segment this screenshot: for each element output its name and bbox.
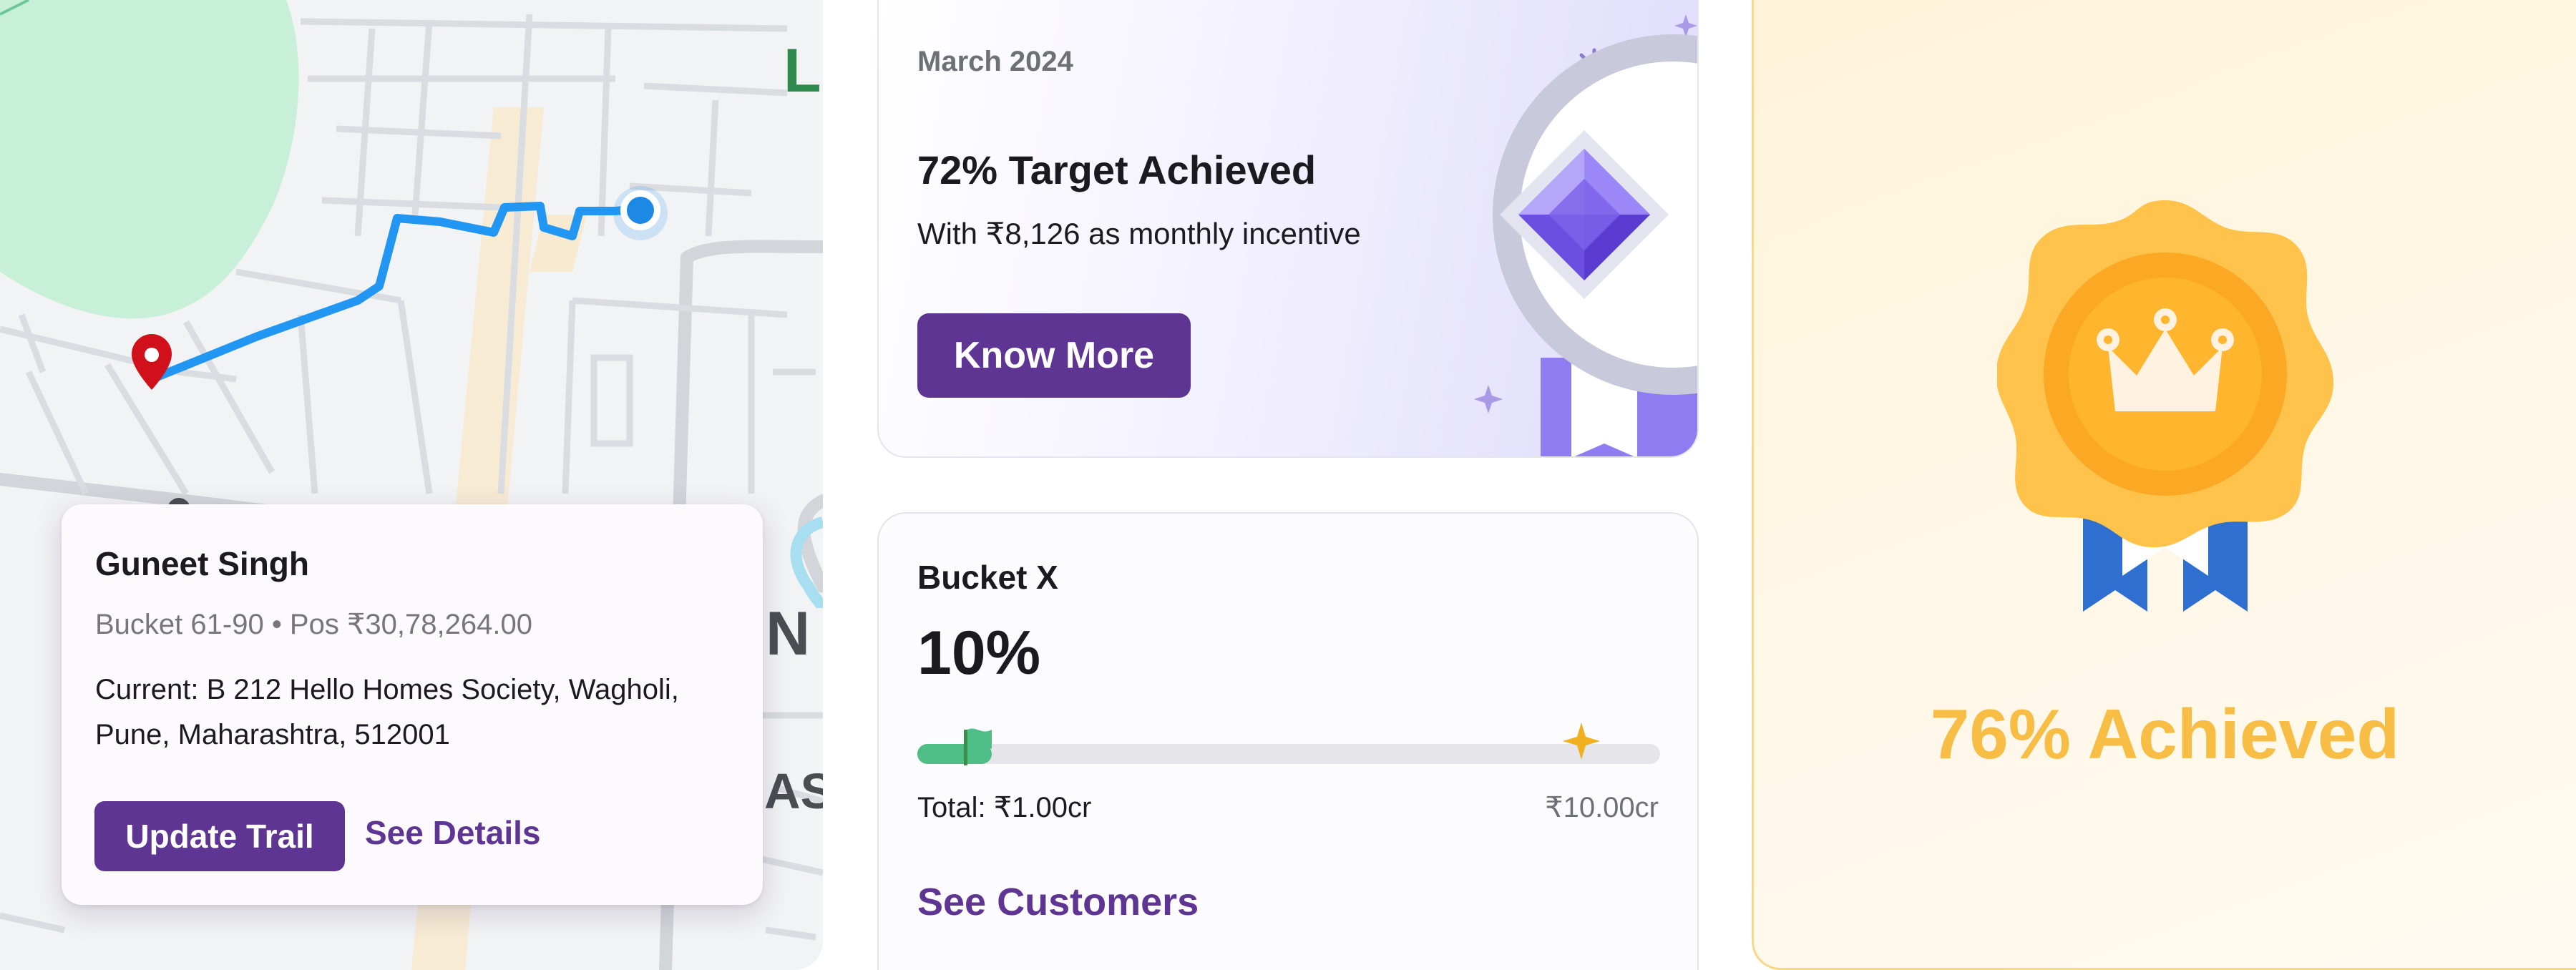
map-label-n: N bbox=[766, 599, 810, 668]
diamond-medal-icon bbox=[1474, 14, 1697, 456]
incentive-month: March 2024 bbox=[917, 46, 1073, 77]
incentive-title: 72% Target Achieved bbox=[917, 147, 1317, 192]
update-trail-button[interactable]: Update Trail bbox=[94, 801, 345, 871]
customer-name: Guneet Singh bbox=[95, 545, 309, 582]
bucket-max: ₹10.00cr bbox=[1545, 792, 1659, 823]
sparkle-star-icon bbox=[1563, 722, 1600, 760]
bucket-percent: 10% bbox=[917, 619, 1041, 687]
map-label-as: AS bbox=[764, 763, 823, 819]
customer-card[interactable]: Guneet Singh Bucket 61-90 • Pos ₹30,78,2… bbox=[62, 504, 763, 905]
bucket-card: Bucket X 10% Total: ₹1.00cr ₹10.00cr See… bbox=[877, 512, 1699, 970]
see-details-link[interactable]: See Details bbox=[365, 813, 540, 852]
know-more-button[interactable]: Know More bbox=[917, 313, 1191, 398]
customer-address: Current: B 212 Hello Homes Society, Wagh… bbox=[95, 674, 679, 750]
incentive-subtitle: With ₹8,126 as monthly incentive bbox=[917, 217, 1361, 250]
crown-badge-icon bbox=[1997, 200, 2333, 612]
map-label-l: L bbox=[784, 36, 821, 105]
flag-icon bbox=[964, 728, 992, 765]
screen: L N AS Guneet Singh Bucket 61-90 • Pos ₹… bbox=[0, 0, 2576, 970]
map-panel[interactable]: L N AS Guneet Singh Bucket 61-90 • Pos ₹… bbox=[0, 0, 823, 970]
incentive-card: March 2024 72% Target Achieved With ₹8,1… bbox=[877, 0, 1699, 458]
achievement-text: 76% Achieved bbox=[1930, 695, 2400, 773]
see-customers-link[interactable]: See Customers bbox=[917, 880, 1199, 924]
bucket-title: Bucket X bbox=[917, 559, 1058, 596]
customer-meta: Bucket 61-90 • Pos ₹30,78,264.00 bbox=[95, 609, 532, 640]
bucket-progress-bar bbox=[917, 722, 1660, 765]
current-location-icon bbox=[613, 186, 668, 240]
bucket-total: Total: ₹1.00cr bbox=[917, 792, 1092, 823]
achievement-card: 76% Achieved bbox=[1752, 0, 2576, 970]
